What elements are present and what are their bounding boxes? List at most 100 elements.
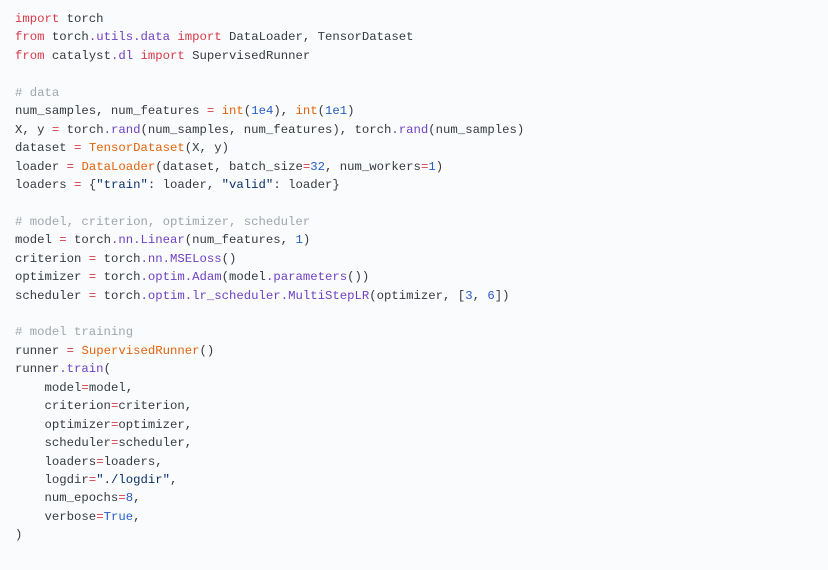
code-token: # data: [15, 86, 59, 100]
code-line: # model training: [15, 325, 133, 339]
code-token: ,: [473, 289, 488, 303]
code-token: (num_samples): [428, 123, 524, 137]
code-token: import: [177, 30, 221, 44]
code-line: X, y = torch.rand(num_samples, num_featu…: [15, 123, 524, 137]
code-token: .train: [59, 362, 103, 376]
code-line: scheduler = torch.optim.lr_scheduler.Mul…: [15, 289, 510, 303]
code-token: optimizer: [15, 418, 111, 432]
code-token: ,: [170, 473, 177, 487]
code-line: logdir="./logdir",: [15, 473, 177, 487]
code-token: loaders,: [104, 455, 163, 469]
code-token: scheduler,: [118, 436, 192, 450]
code-token: .optim: [140, 289, 184, 303]
code-line: model=model,: [15, 381, 133, 395]
code-token: .Linear: [133, 233, 185, 247]
code-token: "valid": [222, 178, 274, 192]
code-token: dataset: [15, 141, 74, 155]
code-token: True: [104, 510, 134, 524]
code-token: =: [96, 455, 103, 469]
code-token: =: [67, 160, 74, 174]
code-token: (num_features,: [185, 233, 296, 247]
code-token: .data: [133, 30, 170, 44]
code-token: 32: [310, 160, 325, 174]
code-token: model: [15, 233, 59, 247]
code-token: batch_size: [229, 160, 303, 174]
code-token: torch: [45, 30, 89, 44]
code-token: .MultiStepLR: [281, 289, 370, 303]
code-line: loader = DataLoader(dataset, batch_size=…: [15, 160, 443, 174]
code-token: num_workers: [340, 160, 421, 174]
code-token: ()): [347, 270, 369, 284]
code-token: [214, 104, 221, 118]
code-token: criterion,: [118, 399, 192, 413]
code-token: catalyst: [45, 49, 111, 63]
code-line: criterion = torch.nn.MSELoss(): [15, 252, 236, 266]
code-line: from catalyst.dl import SupervisedRunner: [15, 49, 310, 63]
code-token: # model training: [15, 325, 133, 339]
code-token: (optimizer, [: [369, 289, 465, 303]
code-line: runner = SupervisedRunner(): [15, 344, 214, 358]
code-token: torch: [59, 123, 103, 137]
code-token: runner: [15, 362, 59, 376]
code-token: ): [347, 104, 354, 118]
code-line: # model, criterion, optimizer, scheduler: [15, 215, 310, 229]
code-token: 8: [126, 491, 133, 505]
code-line: criterion=criterion,: [15, 399, 192, 413]
code-token: =: [67, 344, 74, 358]
code-token: import: [140, 49, 184, 63]
code-token: .parameters: [266, 270, 347, 284]
code-line: scheduler=scheduler,: [15, 436, 192, 450]
code-token: loaders: [15, 455, 96, 469]
code-token: scheduler: [15, 436, 111, 450]
code-token: 6: [487, 289, 494, 303]
code-token: SupervisedRunner: [185, 49, 310, 63]
code-line: import torch: [15, 12, 104, 26]
code-token: =: [59, 233, 66, 247]
code-token: : loader}: [273, 178, 339, 192]
code-token: .lr_scheduler: [185, 289, 281, 303]
code-token: {: [81, 178, 96, 192]
code-line: dataset = TensorDataset(X, y): [15, 141, 229, 155]
code-token: (): [200, 344, 215, 358]
code-token: (model: [222, 270, 266, 284]
code-token: : loader,: [148, 178, 222, 192]
code-token: num_epochs: [15, 491, 118, 505]
code-line: loaders = {"train": loader, "valid": loa…: [15, 178, 340, 192]
code-token: .rand: [391, 123, 428, 137]
code-token: .utils: [89, 30, 133, 44]
code-token: 1e4: [251, 104, 273, 118]
code-token: torch: [67, 233, 111, 247]
code-token: optimizer,: [118, 418, 192, 432]
code-token: 3: [465, 289, 472, 303]
code-token: ): [436, 160, 443, 174]
code-token: (: [104, 362, 111, 376]
code-line: verbose=True,: [15, 510, 141, 524]
code-token: ]): [495, 289, 510, 303]
code-token: DataLoader, TensorDataset: [222, 30, 414, 44]
code-token: X, y: [15, 123, 52, 137]
code-token: optimizer: [15, 270, 89, 284]
code-token: SupervisedRunner: [81, 344, 199, 358]
code-token: torch: [96, 270, 140, 284]
code-token: (: [318, 104, 325, 118]
code-line: runner.train(: [15, 362, 111, 376]
code-token: DataLoader: [81, 160, 155, 174]
code-line: model = torch.nn.Linear(num_features, 1): [15, 233, 310, 247]
code-token: ,: [133, 491, 140, 505]
code-token: ): [15, 528, 22, 542]
code-token: ,: [325, 160, 340, 174]
code-token: TensorDataset: [89, 141, 185, 155]
code-token: int: [222, 104, 244, 118]
code-token: .nn: [111, 233, 133, 247]
code-token: .nn: [140, 252, 162, 266]
code-token: from: [15, 30, 45, 44]
code-token: 1: [295, 233, 302, 247]
code-token: criterion: [15, 399, 111, 413]
code-token: (dataset,: [155, 160, 229, 174]
code-token: verbose: [15, 510, 96, 524]
code-token: num_samples, num_features: [15, 104, 207, 118]
code-token: ,: [133, 510, 140, 524]
code-token: loader: [15, 160, 67, 174]
code-token: 1e1: [325, 104, 347, 118]
code-token: .dl: [111, 49, 133, 63]
